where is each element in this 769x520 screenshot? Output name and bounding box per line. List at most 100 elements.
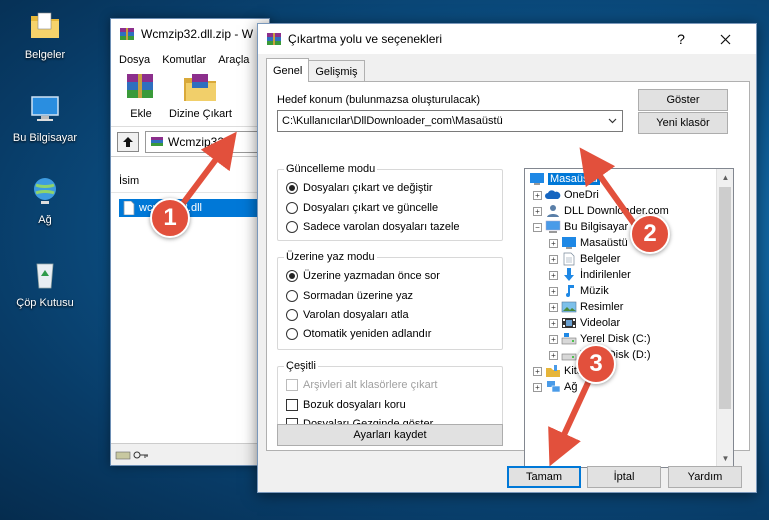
radio[interactable] [286, 328, 298, 340]
collapse-icon[interactable]: − [533, 222, 542, 232]
option-label: Otomatik yeniden adlandır [303, 328, 432, 340]
radio[interactable] [286, 290, 298, 302]
radio[interactable] [286, 309, 298, 321]
question-icon: ? [677, 31, 685, 47]
radio-selected[interactable] [286, 270, 298, 282]
radio-freshen[interactable]: Sadece varolan dosyaları tazele [286, 221, 460, 233]
tree-item-onedrive[interactable]: + OneDri [533, 187, 599, 203]
radio-selected[interactable] [286, 182, 298, 194]
add-label: Ekle [130, 108, 152, 120]
radio-ask-before[interactable]: Üzerine yazmadan önce sor [286, 270, 440, 282]
archive-icon [151, 136, 163, 146]
dialog-title-bar[interactable]: Çıkartma yolu ve seçenekleri ? [258, 24, 756, 54]
tree-label: Belgeler [580, 253, 621, 265]
extract-folder-icon [184, 74, 217, 101]
radio[interactable] [286, 202, 298, 214]
archive-path: Wcmzip32. [168, 134, 228, 149]
column-name-label: İsim [119, 174, 140, 187]
expand-icon[interactable]: + [533, 206, 542, 216]
drive-status-icon [115, 451, 131, 459]
tree-item-desktop[interactable]: Masaüstü [529, 171, 600, 187]
onedrive-icon [545, 190, 561, 199]
computer-icon [31, 96, 59, 121]
radio-extract-update[interactable]: Dosyaları çıkart ve güncelle [286, 202, 438, 214]
desktop-icon-label: Bu Bilgisayar [12, 132, 78, 144]
tab-gelismis[interactable]: Gelişmiş [308, 60, 365, 82]
computer-icon [545, 220, 561, 233]
network-icon [34, 178, 56, 204]
drive-icon [561, 333, 577, 345]
tree-item-pictures[interactable]: + Resimler [549, 299, 623, 315]
radio-overwrite-without[interactable]: Sormadan üzerine yaz [286, 290, 413, 302]
up-folder-button[interactable] [117, 131, 139, 152]
file-row[interactable]: wcmzip32.dll [119, 199, 269, 217]
expand-icon[interactable]: + [533, 366, 542, 376]
option-label: Arşivleri alt klasörlere çıkart [303, 379, 438, 391]
close-button[interactable] [712, 28, 738, 50]
checkbox[interactable] [286, 399, 298, 411]
downloads-icon [564, 268, 574, 281]
expand-icon[interactable]: + [549, 302, 558, 312]
tree-item-videos[interactable]: + Videolar [549, 315, 620, 331]
tree-item-network[interactable]: + Ağ [533, 379, 577, 395]
tab-genel[interactable]: Genel [266, 58, 310, 82]
option-label: Dosyaları çıkart ve güncelle [303, 202, 439, 214]
winrar-title-bar[interactable]: Wcmzip32.dll.zip - W [111, 19, 269, 49]
radio-extract-replace[interactable]: Dosyaları çıkart ve değiştir [286, 182, 433, 194]
help-title-button[interactable]: ? [668, 28, 694, 50]
tree-item-downloads[interactable]: + İndirilenler [549, 267, 631, 283]
desktop-icon-recycle[interactable]: Çöp Kutusu [0, 258, 90, 309]
annotation-badge-1: 1 [150, 198, 190, 238]
up-arrow-icon [123, 136, 133, 147]
file-icon [123, 201, 135, 215]
scroll-thumb[interactable] [719, 187, 731, 409]
add-button[interactable]: Ekle [121, 70, 161, 120]
tree-item-music[interactable]: + Müzik [549, 283, 609, 299]
expand-icon[interactable]: + [549, 270, 558, 280]
tree-scrollbar[interactable]: ▲ ▼ [716, 169, 733, 467]
tree-label: İndirilenler [580, 269, 631, 281]
libraries-icon [546, 365, 560, 377]
expand-icon[interactable]: + [549, 334, 558, 344]
menu-dosya[interactable]: Dosya [119, 54, 150, 66]
extract-dialog: Çıkartma yolu ve seçenekleri ? Genel Gel… [257, 23, 757, 493]
folder-tree[interactable]: Masaüstü + OneDri + DLL Downloader.com −… [524, 168, 734, 468]
scroll-up-arrow[interactable]: ▲ [717, 169, 733, 186]
tree-item-pc-desktop[interactable]: + Masaüstü [549, 235, 628, 251]
winrar-statusbar [111, 443, 269, 465]
archive-path-box[interactable]: Wcmzip32. [145, 130, 269, 153]
desktop-icon-network[interactable]: Ağ [0, 175, 90, 226]
menu-komutlar[interactable]: Komutlar [162, 54, 206, 66]
expand-icon[interactable]: + [549, 286, 558, 296]
cancel-button[interactable]: İptal [587, 466, 661, 488]
save-settings-button[interactable]: Ayarları kaydet [277, 424, 503, 446]
show-button[interactable]: Göster [638, 89, 728, 111]
check-keep-broken[interactable]: Bozuk dosyaları koru [286, 399, 406, 411]
column-header-name[interactable]: İsim [111, 169, 269, 193]
scroll-down-arrow[interactable]: ▼ [717, 450, 733, 467]
expand-icon[interactable]: + [549, 318, 558, 328]
expand-icon[interactable]: + [533, 382, 542, 392]
radio-skip-existing[interactable]: Varolan dosyaları atla [286, 309, 409, 321]
radio-auto-rename[interactable]: Otomatik yeniden adlandır [286, 328, 431, 340]
tree-item-documents[interactable]: + Belgeler [549, 251, 620, 267]
expand-icon[interactable]: + [549, 254, 558, 264]
option-label: Dosyaları çıkart ve değiştir [303, 182, 433, 194]
radio[interactable] [286, 221, 298, 233]
help-button[interactable]: Yardım [668, 466, 742, 488]
desktop-icon-label: Ağ [38, 214, 52, 226]
desktop-icon-computer[interactable]: Bu Bilgisayar [0, 93, 90, 144]
new-folder-button[interactable]: Yeni klasör [638, 112, 728, 134]
dest-path-combo[interactable]: C:\Kullanıcılar\DllDownloader_com\Masaüs… [277, 110, 623, 132]
expand-icon[interactable]: + [533, 190, 542, 200]
expand-icon[interactable]: + [549, 238, 558, 248]
tree-item-this-pc[interactable]: − Bu Bilgisayar [533, 219, 628, 235]
desktop-icon-belgeler[interactable]: Belgeler [0, 10, 90, 61]
extract-to-button[interactable]: Dizine Çıkart [169, 70, 232, 120]
menu-araclar[interactable]: Araçla [218, 54, 249, 66]
dropdown-button[interactable] [604, 113, 620, 129]
tree-label: Bu Bilgisayar [564, 221, 629, 233]
expand-icon[interactable]: + [549, 350, 558, 360]
ok-button[interactable]: Tamam [507, 466, 581, 488]
network-icon [547, 381, 561, 393]
